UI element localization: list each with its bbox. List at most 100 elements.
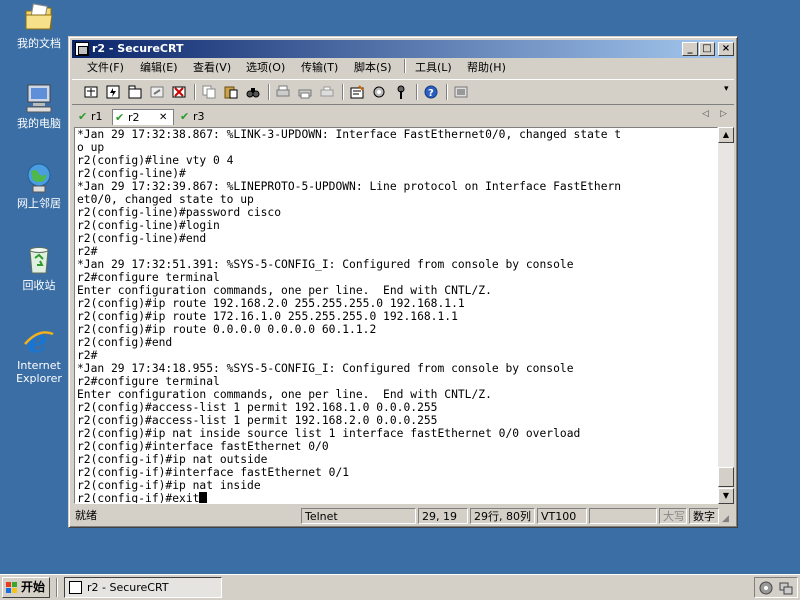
network-icon [23, 162, 55, 194]
find-icon[interactable] [244, 83, 262, 101]
network-status-icon[interactable] [779, 581, 793, 595]
internet-explorer-icon: e [23, 322, 55, 360]
print-setup-icon[interactable] [318, 83, 336, 101]
securecrt-app-icon [69, 581, 82, 594]
help-icon[interactable]: ? [422, 83, 440, 101]
toolbar-separator [342, 84, 344, 100]
menu-script[interactable]: 脚本(S) [354, 59, 392, 77]
desktop-icon-network-places[interactable]: 网上邻居 [6, 162, 72, 210]
text-cursor [199, 492, 208, 503]
maximize-button[interactable]: □ [699, 42, 715, 56]
menu-bar: 文件(F) 编辑(E) 查看(V) 选项(O) 传输(T) 脚本(S) 工具(L… [72, 59, 734, 77]
terminal-line: r2# [77, 245, 98, 258]
scroll-thumb[interactable] [718, 467, 734, 487]
toolbar-separator [194, 84, 196, 100]
start-label: 开始 [21, 580, 46, 594]
connected-check-icon: ✔ [78, 110, 88, 123]
terminal-line: *Jan 29 17:34:18.955: %SYS-5-CONFIG_I: C… [77, 362, 574, 375]
window-title: r2 - SecureCRT [92, 42, 184, 55]
terminal-line: r2(config)#access-list 1 permit 192.168.… [77, 401, 438, 414]
desktop-icon-my-computer[interactable]: 我的电脑 [6, 82, 72, 130]
menu-help[interactable]: 帮助(H) [467, 59, 506, 77]
taskbar-button-label: r2 - SecureCRT [87, 581, 169, 594]
terminal-line: r2# [77, 349, 98, 362]
taskbar-button-securecrt[interactable]: r2 - SecureCRT [64, 577, 222, 598]
disconnect-icon[interactable] [170, 83, 188, 101]
menu-tools[interactable]: 工具(L) [415, 59, 452, 77]
securecrt-window: r2 - SecureCRT _ □ × 文件(F) 编辑(E) 查看(V) 选… [68, 36, 738, 528]
toolbar-overflow-icon[interactable]: ▾ [724, 84, 729, 94]
tab-scroll-left-icon[interactable]: ◁ [702, 109, 709, 119]
screenshot-icon[interactable] [452, 83, 470, 101]
terminal-line: r2(config-line)#login [77, 219, 220, 232]
toolbar-separator [446, 84, 448, 100]
tab-label: r1 [91, 110, 103, 123]
resize-grip-icon[interactable]: ◢ [722, 511, 729, 527]
vertical-scrollbar[interactable]: ▲ ▼ [718, 127, 734, 504]
terminal-line: r2(config-if)#ip nat outside [77, 453, 268, 466]
copy-icon[interactable] [200, 83, 218, 101]
tab-scroll-right-icon[interactable]: ▷ [720, 109, 727, 119]
menu-view[interactable]: 查看(V) [193, 59, 231, 77]
scroll-up-icon[interactable]: ▲ [718, 127, 734, 143]
desktop-icon-my-documents[interactable]: 我的文档 [6, 2, 72, 50]
connect-icon[interactable] [82, 83, 100, 101]
title-bar[interactable]: r2 - SecureCRT _ □ × [72, 40, 734, 58]
svg-text:?: ? [428, 88, 434, 99]
status-ready: 就绪 [75, 509, 97, 522]
status-bar: 就绪 Telnet 29, 19 29行, 80列 VT100 大写 数字 ◢ [72, 507, 734, 525]
desktop-icon-recycle-bin[interactable]: 回收站 [6, 244, 72, 292]
session-options-icon[interactable] [348, 83, 366, 101]
toolbar-separator [416, 84, 418, 100]
volume-icon[interactable] [759, 581, 773, 595]
status-size: 29行, 80列 [470, 508, 535, 524]
menu-edit[interactable]: 编辑(E) [140, 59, 178, 77]
desktop-icon-internet-explorer[interactable]: e Internet Explorer [6, 322, 72, 385]
status-num: 数字 [689, 508, 719, 524]
taskbar-separator [56, 578, 58, 597]
status-blank [589, 508, 657, 524]
keymap-icon[interactable] [392, 83, 410, 101]
close-button[interactable]: × [718, 42, 734, 56]
menu-separator [404, 59, 406, 73]
computer-icon [23, 82, 55, 114]
menu-file[interactable]: 文件(F) [87, 59, 124, 77]
print-selection-icon[interactable] [296, 83, 314, 101]
terminal-line: *Jan 29 17:32:51.391: %SYS-5-CONFIG_I: C… [77, 258, 574, 271]
terminal-line: r2#configure terminal [77, 271, 220, 284]
windows-flag-icon [6, 582, 17, 593]
folder-icon [23, 2, 55, 34]
session-tab-bar: ✔ r1 ✔ r2 ✕ ✔ r3 ◁ ▷ [72, 107, 734, 127]
tab-r2[interactable]: ✔ r2 ✕ [112, 109, 174, 125]
status-caps: 大写 [659, 508, 687, 524]
terminal-line: Enter configuration commands, one per li… [77, 388, 492, 401]
paste-icon[interactable] [222, 83, 240, 101]
global-options-icon[interactable] [370, 83, 388, 101]
terminal-line: r2(config-if)#interface fastEthernet 0/1 [77, 466, 350, 479]
terminal-output: *Jan 29 17:32:38.867: %LINK-3-UPDOWN: In… [77, 128, 621, 503]
terminal-line: r2(config-line)#password cisco [77, 206, 282, 219]
print-icon[interactable] [274, 83, 292, 101]
tab-label: r2 [128, 111, 140, 124]
minimize-button[interactable]: _ [682, 42, 698, 56]
reconnect-icon[interactable] [148, 83, 166, 101]
terminal-line: r2#configure terminal [77, 375, 220, 388]
scroll-down-icon[interactable]: ▼ [718, 488, 734, 504]
terminal-line: r2(config)#ip route 0.0.0.0 0.0.0.0 60.1… [77, 323, 377, 336]
securecrt-app-icon [75, 42, 89, 56]
menu-options[interactable]: 选项(O) [246, 59, 285, 77]
terminal-line: r2(config)#ip route 172.16.1.0 255.255.2… [77, 310, 458, 323]
tab-r3[interactable]: ✔ r3 [178, 109, 212, 125]
quick-connect-icon[interactable] [104, 83, 122, 101]
menu-transfer[interactable]: 传输(T) [301, 59, 338, 77]
toolbar-separator [268, 84, 270, 100]
terminal-line: o up [77, 141, 105, 154]
tab-close-icon[interactable]: ✕ [159, 110, 167, 126]
tab-r1[interactable]: ✔ r1 [76, 109, 108, 125]
terminal-line: r2(config)#ip route 192.168.2.0 255.255.… [77, 297, 465, 310]
start-button[interactable]: 开始 [2, 577, 50, 598]
status-emulation: VT100 [537, 508, 587, 524]
terminal-area[interactable]: *Jan 29 17:32:38.867: %LINK-3-UPDOWN: In… [74, 127, 718, 504]
terminal-line: r2(config-if)#exit [77, 492, 621, 503]
connect-tab-icon[interactable] [126, 83, 144, 101]
